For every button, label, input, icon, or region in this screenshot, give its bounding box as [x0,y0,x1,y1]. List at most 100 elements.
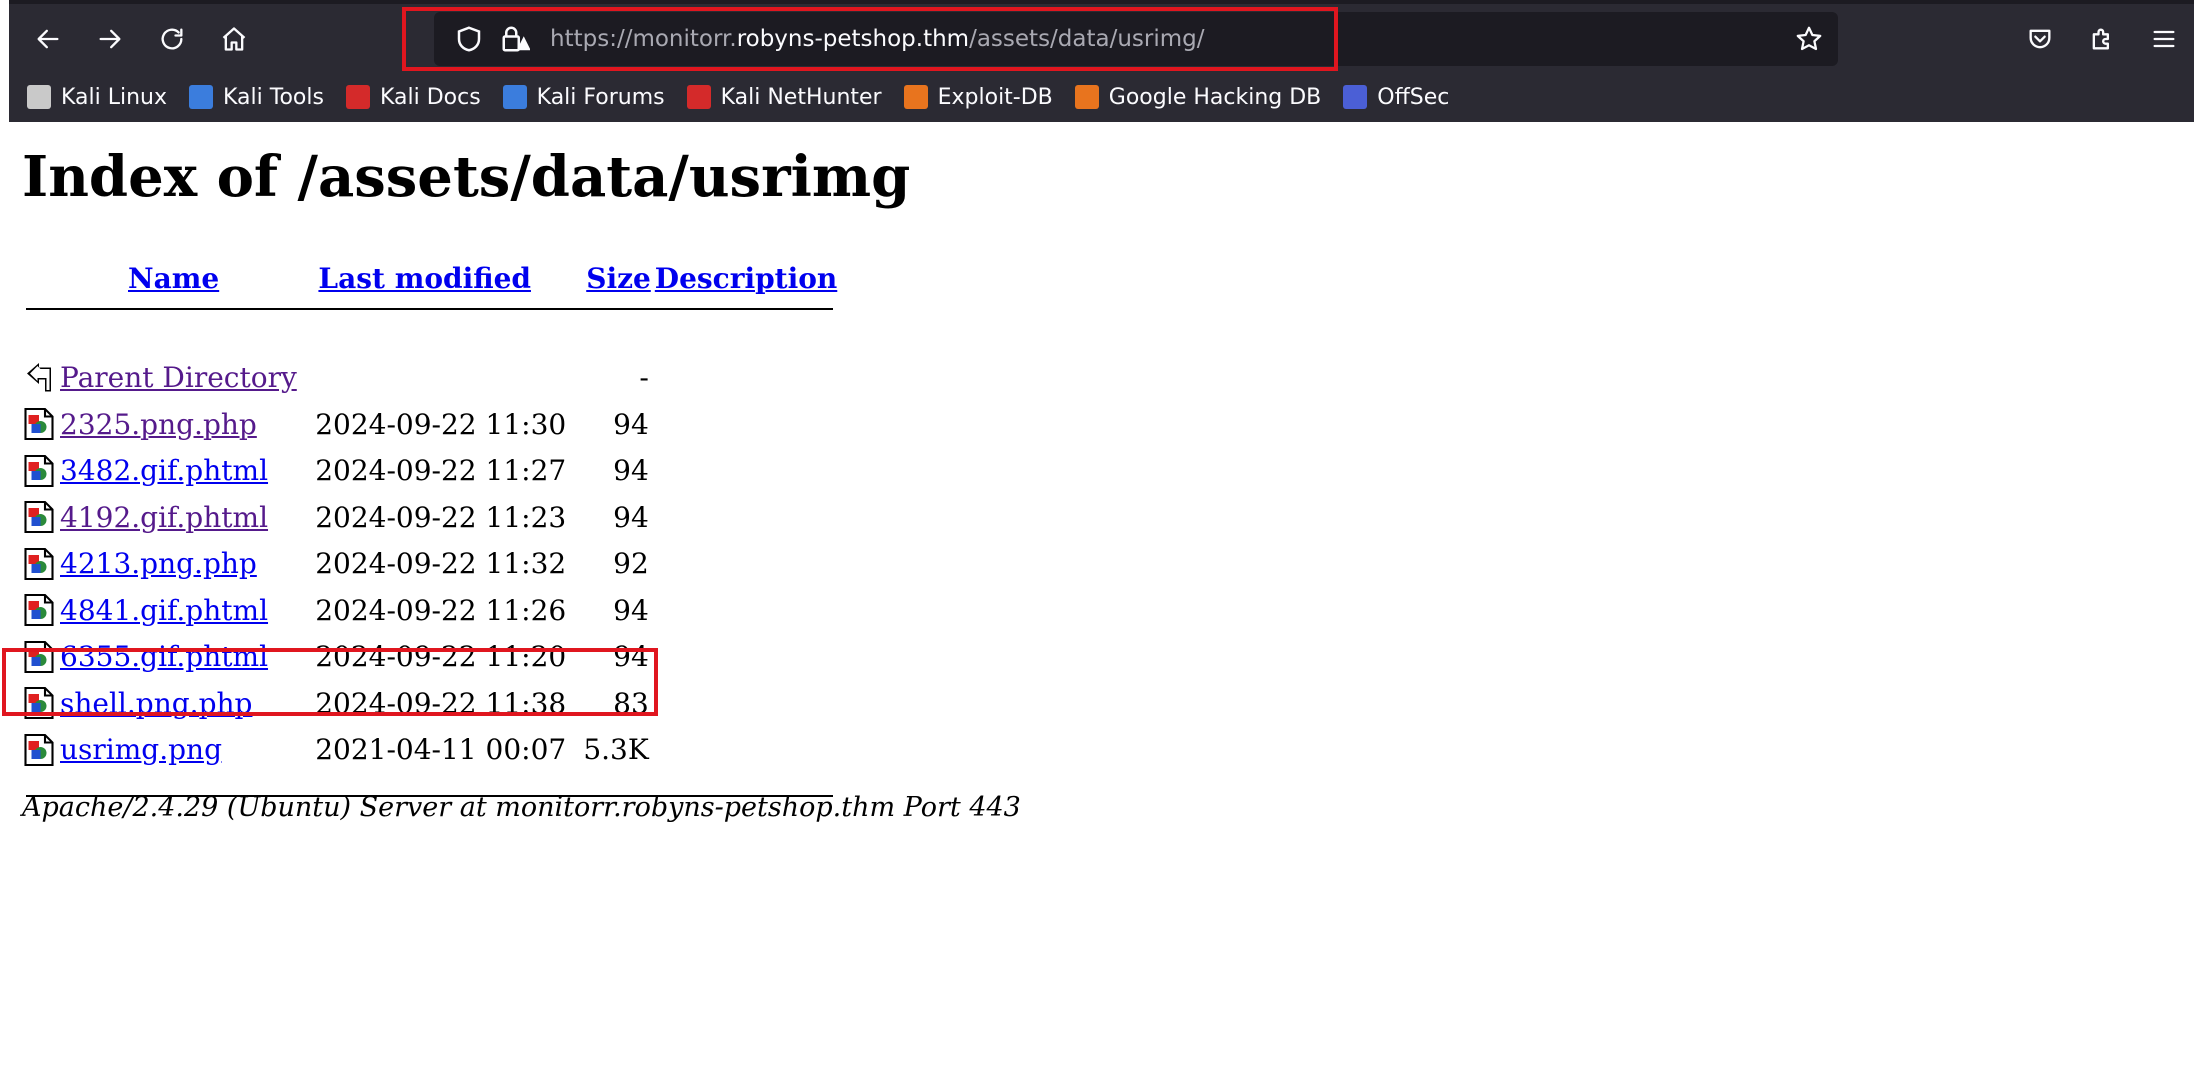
divider [26,308,834,310]
sort-by-name-link[interactable]: Name [128,262,219,295]
image-file-icon [22,727,56,774]
lock-warning-icon[interactable] [500,24,530,54]
bookmarks-toolbar: Kali Linux Kali Tools Kali Docs Kali Forums… [27,78,1471,116]
kali-forums-icon [502,85,527,109]
file-description [653,727,837,774]
bookmark-label: Kali NetHunter [720,84,882,110]
file-name-cell: 6355.gif.phtml [56,634,279,681]
file-link[interactable]: shell.png.php [60,687,252,720]
menu-button[interactable] [2143,18,2185,60]
shield-icon[interactable] [454,24,484,54]
file-row: 4213.png.php 2024-09-22 11:32 92 [22,541,837,588]
toolbar-top-edge [9,0,2194,4]
parent-directory-row: Parent Directory - [22,355,837,402]
parent-directory-link[interactable]: Parent Directory [60,361,297,394]
reload-icon [161,28,183,50]
file-name-cell: shell.png.php [56,680,279,727]
header-separator [22,302,837,355]
bookmark-label: Kali Docs [379,84,481,110]
listing-body: Parent Directory - 2325.png.php 2024-09-2… [22,355,837,774]
bookmark-item[interactable]: Google Hacking DB [1074,85,1321,110]
image-file-icon [22,448,56,495]
file-name-cell: usrimg.png [56,727,279,774]
image-file-icon [22,680,56,727]
file-modified: 2024-09-22 11:32 [315,547,567,581]
ghdb-icon [1074,85,1099,109]
bookmark-label: OffSec [1377,84,1450,110]
server-signature: Apache/2.4.29 (Ubuntu) Server at monitor… [22,792,1021,823]
pocket-button[interactable] [2019,18,2061,60]
bookmark-label: Exploit-DB [937,84,1053,110]
home-button[interactable] [213,18,255,60]
file-modified: 2021-04-11 00:07 [315,733,567,767]
arrow-left-icon [37,29,59,49]
bookmark-item[interactable]: Kali Linux [27,85,167,110]
size-column-header: Size [570,254,653,302]
exploit-db-icon [903,85,928,109]
url-prefix: https://monitorr. [550,26,737,52]
file-description [653,448,837,495]
file-link[interactable]: 4841.gif.phtml [60,594,268,627]
url-bar[interactable]: https://monitorr.robyns-petshop.thm/asse… [434,12,1838,66]
bookmark-item[interactable]: Kali NetHunter [686,84,882,110]
file-name-cell: 4841.gif.phtml [56,587,279,634]
bookmark-label: Kali Linux [61,84,168,110]
file-modified: 2024-09-22 11:26 [315,593,567,627]
file-name-cell: 4213.png.php [56,541,279,588]
back-button[interactable] [27,18,69,60]
forward-button[interactable] [89,18,131,60]
extensions-button[interactable] [2081,18,2123,60]
file-description [653,680,837,727]
file-link[interactable]: 3482.gif.phtml [60,454,268,487]
description-column-header: Description [653,254,837,302]
file-link[interactable]: usrimg.png [60,733,222,766]
file-modified: 2024-09-22 11:38 [315,686,567,720]
bookmark-item[interactable]: OffSec [1343,85,1449,110]
offsec-icon [1343,85,1368,109]
file-description [653,541,837,588]
file-link[interactable]: 4213.png.php [60,547,257,580]
kali-tools-icon [189,85,214,109]
file-row: 6355.gif.phtml 2024-09-22 11:20 94 [22,634,837,681]
directory-listing: Name Last modified Size Description Pare… [22,254,837,820]
file-description [653,587,837,634]
file-size: 94 [613,640,649,674]
sort-by-size-link[interactable]: Size [586,262,651,295]
file-row: 4192.gif.phtml 2024-09-22 11:23 94 [22,494,837,541]
file-modified: 2024-09-22 11:27 [315,454,567,488]
file-modified: 2024-09-22 11:20 [315,640,567,674]
file-size: 94 [613,500,649,534]
file-link[interactable]: 2325.png.php [60,408,257,441]
file-link[interactable]: 4192.gif.phtml [60,501,268,534]
bookmark-item[interactable]: Exploit-DB [903,84,1053,110]
file-row: shell.png.php 2024-09-22 11:38 83 [22,680,837,727]
file-size: 94 [613,593,649,627]
modified-column-header: Last modified [279,254,570,302]
browser-toolbar: https://monitorr.robyns-petshop.thm/asse… [9,0,2194,122]
reload-button[interactable] [151,18,193,60]
image-file-icon [22,634,56,681]
sort-by-modified-link[interactable]: Last modified [318,262,531,295]
file-modified: 2024-09-22 11:30 [315,407,567,441]
sort-by-description-link[interactable]: Description [655,262,837,295]
bookmark-label: Kali Tools [223,84,324,110]
bookmark-star-icon[interactable] [1794,24,1824,54]
page-title: Index of /assets/data/usrimg [22,144,911,210]
url-text[interactable]: https://monitorr.robyns-petshop.thm/asse… [550,24,1205,54]
file-size: 5.3K [583,733,649,767]
header-row: Name Last modified Size Description [22,254,837,302]
bookmark-item[interactable]: Kali Docs [345,84,481,110]
bookmark-item[interactable]: Kali Tools [189,85,324,110]
url-host: robyns-petshop.thm [736,26,970,52]
parent-directory-cell: Parent Directory [56,355,570,402]
file-size: 94 [613,407,649,441]
file-description [653,634,837,681]
file-size: 83 [613,686,649,720]
back-arrow-icon [22,355,56,402]
file-size: 94 [613,454,649,488]
bookmark-item[interactable]: Kali Forums [502,85,665,110]
puzzle-icon [2092,28,2109,50]
name-column-header: Name [56,254,279,302]
file-row: 4841.gif.phtml 2024-09-22 11:26 94 [22,587,837,634]
file-link[interactable]: 6355.gif.phtml [60,640,268,673]
